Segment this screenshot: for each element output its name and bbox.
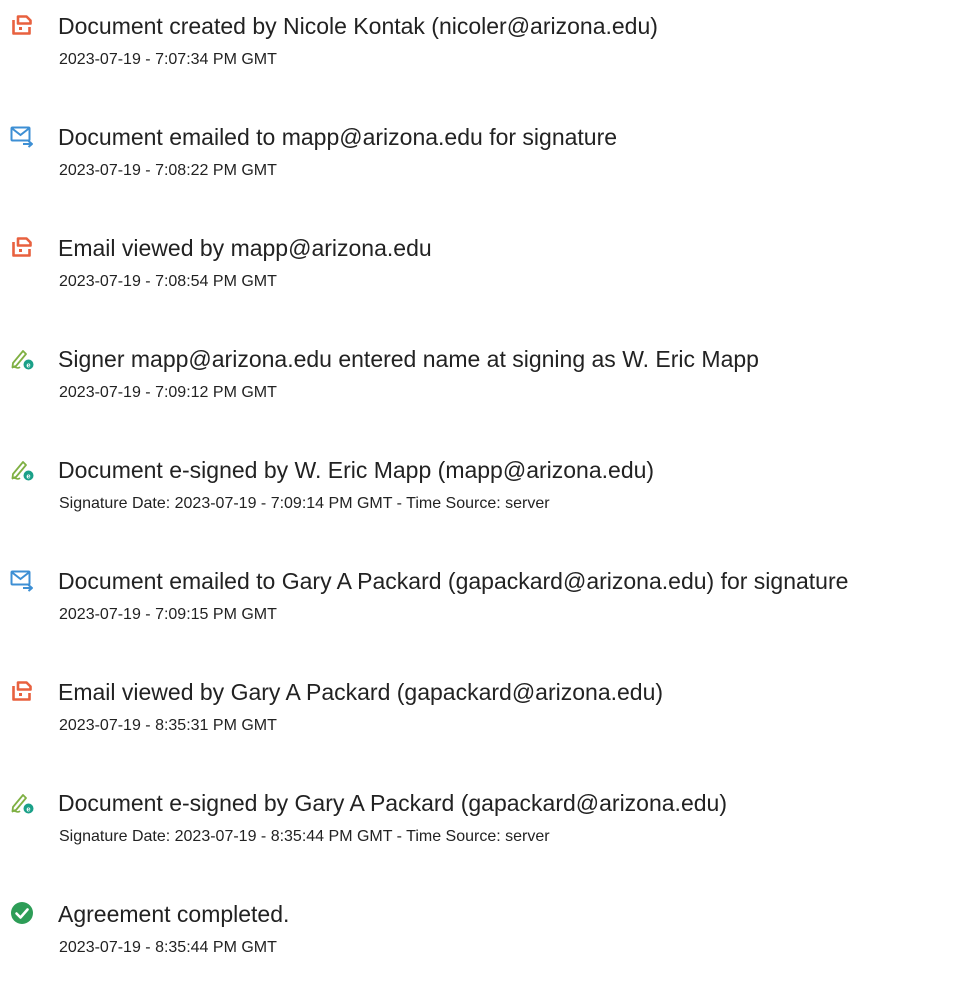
email-icon (10, 568, 34, 592)
audit-event-list: Document created by Nicole Kontak (nicol… (0, 0, 976, 994)
audit-event-viewed: Email viewed by Gary A Packard (gapackar… (0, 674, 976, 754)
svg-text:e: e (26, 471, 30, 480)
audit-event-name-entered: e Signer mapp@arizona.edu entered name a… (0, 341, 976, 421)
audit-event-viewed: Email viewed by mapp@arizona.edu 2023-07… (0, 230, 976, 310)
event-title: Signer mapp@arizona.edu entered name at … (58, 346, 759, 372)
event-title: Document created by Nicole Kontak (nicol… (58, 13, 658, 39)
audit-event-created: Document created by Nicole Kontak (nicol… (0, 8, 976, 88)
event-title: Document emailed to Gary A Packard (gapa… (58, 568, 849, 594)
event-signature-date: Signature Date: 2023-07-19 - 7:09:14 PM … (59, 495, 550, 512)
event-timestamp: 2023-07-19 - 7:09:15 PM GMT (59, 606, 277, 623)
event-title: Email viewed by Gary A Packard (gapackar… (58, 679, 664, 705)
audit-event-completed: Agreement completed. 2023-07-19 - 8:35:4… (0, 896, 976, 976)
checkmark-circle-icon (10, 901, 34, 925)
audit-event-signed: e Document e-signed by Gary A Packard (g… (0, 785, 976, 865)
svg-text:e: e (26, 360, 30, 369)
event-title: Document e-signed by Gary A Packard (gap… (58, 790, 727, 816)
event-timestamp: 2023-07-19 - 7:07:34 PM GMT (59, 51, 277, 68)
event-timestamp: 2023-07-19 - 7:08:54 PM GMT (59, 273, 277, 290)
document-icon (10, 679, 34, 703)
audit-event-emailed: Document emailed to Gary A Packard (gapa… (0, 563, 976, 643)
signature-icon: e (10, 457, 34, 481)
svg-text:e: e (26, 804, 30, 813)
document-icon (10, 13, 34, 37)
event-timestamp: 2023-07-19 - 7:09:12 PM GMT (59, 384, 277, 401)
event-timestamp: 2023-07-19 - 8:35:31 PM GMT (59, 717, 277, 734)
signature-icon: e (10, 790, 34, 814)
event-timestamp: 2023-07-19 - 7:08:22 PM GMT (59, 162, 277, 179)
email-icon (10, 124, 34, 148)
event-title: Document e-signed by W. Eric Mapp (mapp@… (58, 457, 655, 483)
event-title: Document emailed to mapp@arizona.edu for… (58, 124, 618, 150)
signature-icon: e (10, 346, 34, 370)
audit-event-emailed: Document emailed to mapp@arizona.edu for… (0, 119, 976, 199)
event-timestamp: 2023-07-19 - 8:35:44 PM GMT (59, 939, 277, 956)
document-icon (10, 235, 34, 259)
event-title: Email viewed by mapp@arizona.edu (58, 235, 432, 261)
audit-event-signed: e Document e-signed by W. Eric Mapp (map… (0, 452, 976, 532)
event-title: Agreement completed. (58, 901, 290, 927)
event-signature-date: Signature Date: 2023-07-19 - 8:35:44 PM … (59, 828, 550, 845)
